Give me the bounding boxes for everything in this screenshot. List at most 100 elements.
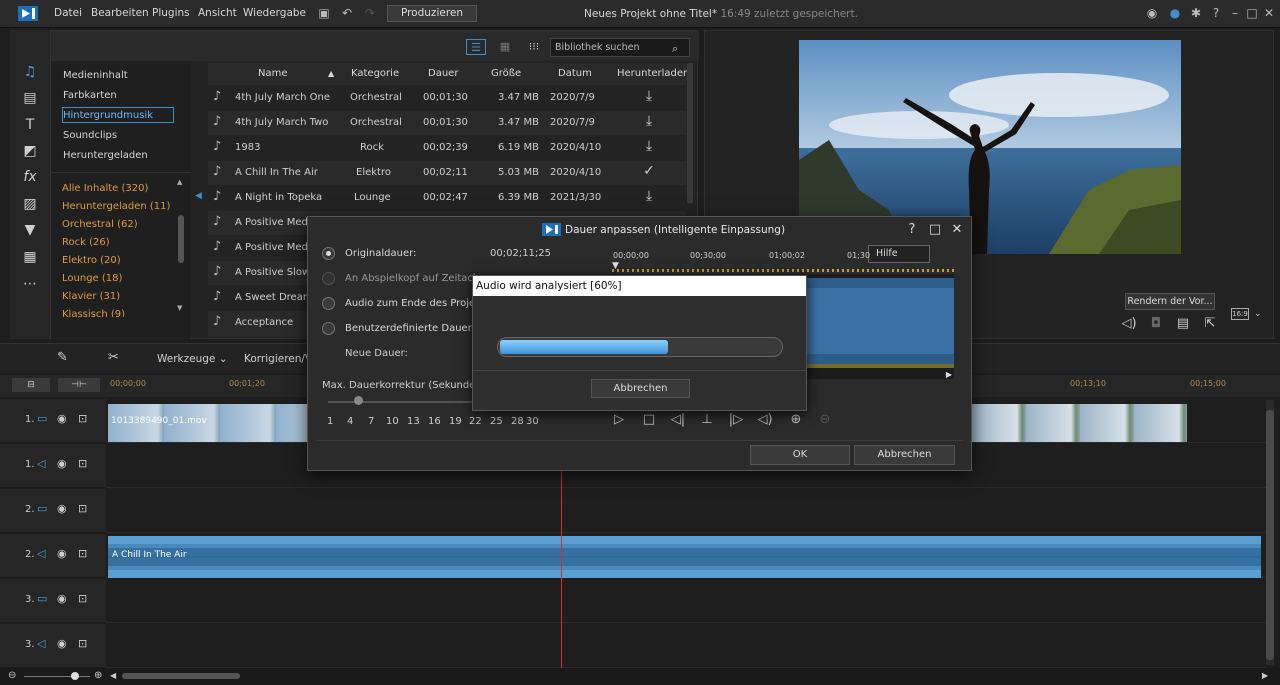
subcategory-item[interactable]: Orchestral (62)	[62, 219, 138, 230]
settings-icon[interactable]: ✱	[1189, 6, 1203, 20]
minimize-icon[interactable]: –	[1228, 6, 1242, 20]
play-icon[interactable]: ▷	[611, 412, 627, 427]
more-rooms-icon[interactable]: ⋯	[20, 275, 40, 293]
subcategory-item[interactable]: Heruntergeladen (11)	[62, 201, 170, 212]
scroll-right-icon[interactable]: ▶	[1262, 671, 1268, 680]
subcategory-item[interactable]: Klassisch (9)	[62, 309, 125, 317]
menu-wiedergabe[interactable]: Wiedergabe	[243, 7, 306, 19]
subtitle-room-icon[interactable]: ▦	[20, 248, 40, 266]
category-heruntergeladen[interactable]: Heruntergeladen	[62, 148, 174, 164]
subtitle-icon[interactable]: ▤	[1175, 316, 1191, 331]
download-icon[interactable]: ⤓	[639, 138, 659, 154]
stop-icon[interactable]: □	[641, 412, 657, 427]
menu-plugins[interactable]: Plugins	[152, 7, 190, 19]
subcategory-item[interactable]: Lounge (18)	[62, 273, 122, 284]
category-hintergrundmusik[interactable]: Hintergrundmusik	[62, 107, 174, 123]
table-row[interactable]: ♪ A Night in Topeka Lounge 00;02;47 6.39…	[208, 186, 686, 210]
help-icon[interactable]: ?	[904, 222, 920, 237]
track-lane-video-2[interactable]	[106, 489, 1266, 533]
undock-icon[interactable]: ⇱	[1202, 316, 1218, 331]
particle-room-icon[interactable]: ▼	[20, 221, 40, 239]
search-icon[interactable]: ⌕	[672, 40, 678, 57]
table-row[interactable]: ♪ A Chill In The Air Elektro 00;02;11 5.…	[208, 161, 686, 185]
visibility-eye-icon[interactable]: ◉	[57, 412, 67, 425]
subcategory-item[interactable]: Klavier (31)	[62, 291, 120, 302]
audio-clip[interactable]: A Chill In The Air	[108, 536, 1261, 578]
cancel-button[interactable]: Abbrechen	[854, 445, 955, 465]
scroll-down-icon[interactable]: ▼	[177, 304, 182, 312]
redo-icon[interactable]: ↷	[363, 6, 377, 20]
volume-icon[interactable]: ◁)	[1121, 316, 1137, 331]
library-search-input[interactable]: Bibliothek suchen ⌕	[550, 38, 690, 57]
aspect-ratio-button[interactable]: 16:9	[1231, 308, 1249, 320]
tools-menu[interactable]: Werkzeuge ⌄	[157, 353, 228, 365]
zoom-out-icon[interactable]: ⊖	[8, 670, 16, 681]
scroll-left-icon[interactable]: ◀	[110, 671, 116, 680]
lock-icon[interactable]: ⊡	[78, 547, 87, 560]
title-room-icon[interactable]: T	[20, 116, 40, 134]
category-soundclips[interactable]: Soundclips	[62, 128, 174, 144]
download-icon[interactable]: ⤓	[639, 113, 659, 129]
help-icon[interactable]: ?	[1209, 6, 1223, 20]
column-herunterladen[interactable]: Herunterladen	[617, 68, 689, 79]
track-lane-video-3[interactable]	[106, 579, 1266, 623]
subcategory-item[interactable]: Elektro (20)	[62, 255, 121, 266]
visibility-eye-icon[interactable]: ◉	[57, 637, 67, 650]
collapse-categories-icon[interactable]: ◀	[195, 191, 202, 201]
effect-room-icon[interactable]: fx	[20, 168, 40, 186]
list-view-icon[interactable]: ☰	[466, 39, 486, 55]
max-correction-slider-knob[interactable]	[354, 396, 363, 405]
scissors-icon[interactable]: ✂	[108, 350, 119, 365]
video-clip[interactable]: 1013389490_01.mov	[108, 404, 308, 442]
maximize-icon[interactable]: □	[1245, 6, 1259, 20]
visibility-eye-icon[interactable]: ◉	[57, 502, 67, 515]
pip-room-icon[interactable]: ▨	[20, 195, 40, 213]
category-farbkarten[interactable]: Farbkarten	[62, 88, 174, 104]
track-lane-audio-3[interactable]	[106, 624, 1266, 668]
horizontal-scroll-thumb[interactable]	[122, 673, 240, 679]
media-room-icon[interactable]: ♫	[20, 63, 40, 81]
lock-icon[interactable]: ⊡	[78, 592, 87, 605]
lock-icon[interactable]: ⊡	[78, 502, 87, 515]
lock-icon[interactable]: ⊡	[78, 457, 87, 470]
download-icon[interactable]: ⤓	[639, 188, 659, 204]
visibility-eye-icon[interactable]: ◉	[57, 592, 67, 605]
previous-frame-icon[interactable]: ◁|	[670, 412, 686, 427]
column-kategorie[interactable]: Kategorie	[351, 68, 399, 79]
menu-bearbeiten[interactable]: Bearbeiten	[91, 7, 149, 19]
subcategory-item[interactable]: Rock (26)	[62, 237, 110, 248]
pen-icon[interactable]: ✎	[57, 350, 68, 365]
table-row[interactable]: ♪ 1983 Rock 00;02;39 6.19 MB 2020/4/10 ⤓	[208, 136, 686, 160]
next-frame-icon[interactable]: |▷	[728, 412, 744, 427]
zoom-in-icon[interactable]: ⊕	[94, 670, 102, 681]
radio-project-end[interactable]	[322, 297, 335, 310]
produce-button[interactable]: Produzieren	[387, 5, 477, 22]
table-row[interactable]: ♪ 4th July March Two Orchestral 00;01;30…	[208, 111, 686, 135]
visibility-eye-icon[interactable]: ◉	[57, 457, 67, 470]
lock-icon[interactable]: ⊡	[78, 637, 87, 650]
snapshot-icon[interactable]: ◘	[1148, 316, 1164, 331]
zoom-slider-track[interactable]	[24, 676, 90, 677]
fit-timeline-icon[interactable]: ⊣⊢	[58, 378, 100, 392]
table-row[interactable]: ♪ 4th July March One Orchestral 00;01;30…	[208, 86, 686, 110]
maximize-icon[interactable]: □	[927, 222, 943, 237]
scroll-up-icon[interactable]: ▲	[177, 178, 182, 186]
radio-custom-duration[interactable]	[322, 322, 335, 335]
zoom-in-icon[interactable]: ⊕	[788, 412, 804, 427]
volume-icon[interactable]: ◁)	[757, 412, 773, 427]
mark-icon[interactable]: ⊥	[699, 412, 715, 427]
timeline-scroll-thumb[interactable]	[1266, 410, 1274, 660]
track-lane-audio-2[interactable]: A Chill In The Air	[106, 534, 1266, 578]
transition-room-icon[interactable]: ◩	[20, 142, 40, 160]
grid-view-icon[interactable]: ▦	[495, 39, 515, 55]
zoom-slider-knob[interactable]	[71, 672, 79, 680]
render-preview-button[interactable]: Rendern der Vor...	[1125, 293, 1215, 310]
scroll-right-icon[interactable]: ▶	[946, 370, 952, 379]
chevron-down-icon[interactable]: ⌄	[1254, 309, 1262, 319]
menu-ansicht[interactable]: Ansicht	[198, 7, 237, 19]
radio-original-duration[interactable]	[322, 247, 335, 260]
table-scrollbar[interactable]	[687, 63, 693, 203]
close-icon[interactable]: ✕	[1262, 6, 1276, 20]
details-view-icon[interactable]: ⁝⁝⁝	[524, 39, 544, 55]
lock-icon[interactable]: ⊡	[78, 412, 87, 425]
